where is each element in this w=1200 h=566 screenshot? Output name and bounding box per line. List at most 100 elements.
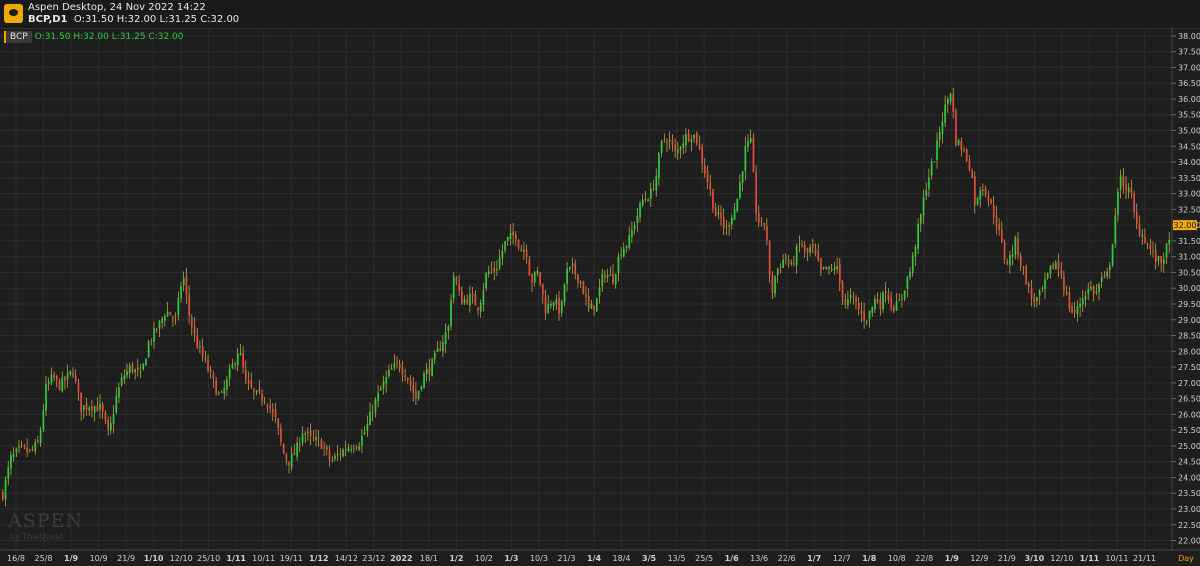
candle-body [1014, 237, 1017, 255]
candle-body [166, 311, 169, 317]
candle-body [266, 404, 269, 408]
candle-body [107, 419, 109, 430]
x-tick-label: 22/8 [915, 554, 933, 563]
candle-body [83, 405, 85, 411]
price-chart[interactable]: 22.00 22.50 23.00 23.50 24.00 24.50 25.00 25.50… [0, 28, 1200, 566]
candle-body [134, 369, 136, 373]
candle-body [644, 199, 647, 201]
candle-body [7, 467, 10, 480]
x-tick-label: 10/8 [888, 554, 906, 563]
y-tick-label: 24.00 [1178, 473, 1200, 482]
candle-body [18, 446, 20, 448]
candle-body [396, 361, 398, 363]
candle-body [531, 274, 533, 283]
candle-body [806, 248, 809, 253]
candle-body [442, 342, 444, 352]
candle-body [188, 294, 190, 316]
candle-body [992, 204, 995, 218]
candle-body [272, 408, 274, 412]
candle-body [960, 141, 963, 151]
candle-body [949, 93, 952, 102]
chart-legend: BCP O:31.50 H:32.00 L:31.25 C:32.00 [4, 31, 184, 43]
candle-body [871, 306, 874, 313]
candle-body [72, 373, 74, 376]
candle-body [207, 360, 209, 371]
candle-body [825, 266, 828, 269]
candle-body [852, 296, 855, 298]
candle-body [660, 140, 663, 153]
candle-body [1152, 250, 1154, 252]
candle-body [795, 246, 798, 266]
candle-body [868, 310, 871, 320]
x-tick-label: 12/10 [170, 554, 193, 563]
candle-body [15, 448, 18, 453]
y-tick-label: 31.50 [1178, 237, 1200, 246]
candle-body [720, 212, 722, 219]
candle-body [88, 407, 91, 411]
legend-symbol[interactable]: BCP [4, 31, 32, 43]
candle-body [496, 269, 498, 271]
y-tick-label: 34.00 [1178, 158, 1200, 167]
candle-body [1006, 261, 1009, 264]
candle-body [250, 380, 253, 388]
candle-body [928, 177, 930, 189]
last-price-tag: 32.00 [1173, 220, 1197, 231]
candle-body [93, 406, 96, 413]
y-tick-label: 24.50 [1178, 458, 1200, 467]
candle-body [820, 258, 822, 270]
candle-body [258, 388, 261, 392]
candle-body [1079, 303, 1081, 308]
candle-body [752, 138, 755, 173]
candle-body [979, 190, 982, 200]
candle-body [423, 373, 425, 388]
candle-body [247, 379, 250, 383]
y-tick-label: 31.00 [1178, 253, 1200, 262]
candle-body [1065, 291, 1068, 294]
candle-body [296, 442, 298, 457]
x-tick-label: 21/9 [117, 554, 135, 563]
y-tick-label: 27.00 [1178, 379, 1200, 388]
candle-body [293, 451, 296, 456]
candle-body [593, 305, 595, 311]
watermark-logo: ASPEN [8, 510, 84, 532]
candle-body [539, 272, 541, 285]
x-tick-label: 21/11 [1133, 554, 1156, 563]
candle-body [571, 264, 574, 266]
candle-body [182, 277, 185, 286]
candle-body [712, 189, 714, 209]
candle-body [782, 259, 784, 268]
candle-body [650, 188, 652, 199]
candle-body [131, 364, 134, 372]
candle-body [1046, 273, 1049, 279]
candle-body [698, 144, 701, 149]
candle-body [485, 273, 487, 289]
candle-body [1068, 292, 1071, 309]
candle-body [1165, 243, 1168, 258]
y-tick-label: 29.00 [1178, 316, 1200, 325]
x-tick-label: 18/1 [420, 554, 438, 563]
candle-body [604, 274, 606, 278]
candle-body [469, 294, 471, 306]
candle-body [34, 442, 37, 452]
candle-body [733, 209, 736, 220]
candle-body [550, 303, 552, 306]
candle-body [1003, 242, 1006, 260]
candle-body [1019, 255, 1022, 266]
candle-body [709, 183, 712, 190]
candle-body [482, 290, 485, 305]
candle-body [596, 298, 598, 312]
candle-body [528, 259, 531, 276]
x-tick-label: 12/9 [970, 554, 988, 563]
candle-body [215, 380, 217, 396]
candle-body [37, 440, 39, 443]
candle-body [901, 298, 903, 300]
x-tick-label: 1/2 [449, 554, 463, 563]
candle-body [655, 175, 658, 191]
y-tick-label: 35.50 [1178, 111, 1200, 120]
candle-body [938, 132, 941, 140]
candle-body [26, 447, 28, 452]
candle-body [917, 224, 919, 249]
y-tick-label: 37.50 [1178, 48, 1200, 57]
y-tick-label: 38.00 [1178, 32, 1200, 41]
candle-body [50, 374, 53, 383]
